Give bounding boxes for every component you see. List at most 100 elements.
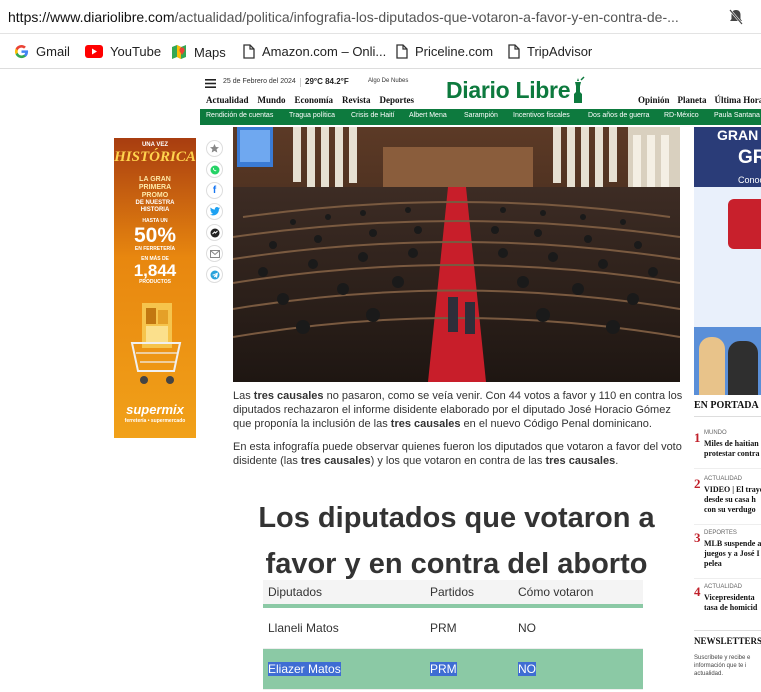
topic-link[interactable]: Dos años de guerra bbox=[588, 112, 649, 119]
menu-icon[interactable] bbox=[205, 79, 216, 88]
portada-item[interactable]: 1 MUNDO Miles de haitian protestar contr… bbox=[694, 430, 761, 468]
header-date: 25 de Febrero del 2024 bbox=[223, 78, 296, 85]
section-title: EN PORTADA bbox=[694, 400, 759, 411]
portada-item[interactable]: 4 ACTUALIDAD Vicepresidenta tasa de homi… bbox=[694, 584, 761, 622]
rank-number: 3 bbox=[694, 530, 701, 545]
nav-economia[interactable]: Economía bbox=[295, 95, 334, 105]
ad-text: UNA VEZ bbox=[141, 142, 169, 148]
advertisement-right[interactable]: GRAN C GR Conoc bbox=[694, 127, 761, 395]
newsletter-section: NEWSLETTERS Suscríbete y recibe e inform… bbox=[694, 630, 761, 678]
advertisement-left[interactable]: UNA VEZ HISTÓRICA LA GRAN PRIMERA PROMO … bbox=[114, 138, 196, 438]
bookmark-label: Maps bbox=[194, 44, 226, 60]
topic-link[interactable]: Crisis de Haití bbox=[351, 112, 395, 119]
bookmark-label: YouTube bbox=[110, 44, 162, 59]
newsletter-text: información que te i bbox=[694, 663, 747, 669]
bookmark-maps[interactable]: Maps bbox=[171, 44, 226, 60]
topic-link[interactable]: Incentivos fiscales bbox=[513, 112, 570, 119]
item-category: MUNDO bbox=[704, 430, 727, 436]
ad-text: PRIMERA bbox=[138, 184, 172, 191]
table-header: Diputados Partidos Cómo votaron bbox=[263, 580, 643, 608]
browser-address-bar[interactable]: https://www.diariolibre.com/actualidad/p… bbox=[0, 0, 761, 34]
nav-opinion[interactable]: Opinión bbox=[638, 95, 670, 105]
topic-link[interactable]: RD-México bbox=[664, 112, 699, 119]
notifications-off-icon[interactable] bbox=[728, 8, 744, 26]
bookmark-tripadvisor[interactable]: TripAdvisor bbox=[508, 44, 592, 59]
cell-vote: NO bbox=[518, 621, 536, 635]
topic-link[interactable]: Sarampión bbox=[464, 112, 498, 119]
item-headline: desde su casa h bbox=[704, 495, 756, 504]
site-header: 25 de Febrero del 2024 29°C 84.2°F Algo … bbox=[200, 70, 761, 110]
ad-text: LA GRAN bbox=[139, 176, 171, 183]
ad-text: GRAN C bbox=[717, 127, 761, 143]
ad-text: DE NUESTRA bbox=[135, 200, 175, 206]
nav-deportes[interactable]: Deportes bbox=[380, 95, 415, 105]
bookmark-label: Amazon.com – Onli... bbox=[262, 44, 387, 59]
maps-icon bbox=[172, 45, 186, 59]
bookmark-label: TripAdvisor bbox=[527, 44, 593, 59]
section-title: NEWSLETTERS bbox=[694, 636, 761, 646]
twitter-icon[interactable] bbox=[206, 203, 223, 220]
bookmark-gmail[interactable]: Gmail bbox=[14, 44, 70, 59]
messenger-icon[interactable] bbox=[206, 224, 223, 241]
star-icon[interactable] bbox=[206, 140, 223, 157]
ad-text: ferretería • supermercado bbox=[124, 418, 186, 424]
ad-text: Conoc bbox=[738, 175, 761, 185]
ad-text: EN FERRETERÍA bbox=[134, 246, 176, 252]
nav-revista[interactable]: Revista bbox=[342, 95, 371, 105]
bookmark-youtube[interactable]: YouTube bbox=[85, 44, 161, 59]
main-nav: Actualidad Mundo Economía Revista Deport… bbox=[206, 95, 414, 105]
newsletter-text: Suscríbete y recibe e bbox=[694, 655, 751, 661]
weather-temp: 29°C 84.2°F bbox=[305, 77, 349, 86]
nav-actualidad[interactable]: Actualidad bbox=[206, 95, 249, 105]
item-category: ACTUALIDAD bbox=[704, 584, 743, 590]
site-logo[interactable]: Diario Libre bbox=[446, 76, 585, 104]
article-paragraph: Las tres causales no pasaron, como se ve… bbox=[233, 390, 683, 430]
ad-text: HISTORIA bbox=[140, 207, 170, 213]
ad-text: PROMO bbox=[141, 192, 169, 199]
statue-of-liberty-logo-icon bbox=[574, 76, 585, 103]
chamber-photo bbox=[233, 127, 680, 382]
cell-vote-selected: NO bbox=[518, 662, 536, 676]
topic-link[interactable]: Tragua política bbox=[289, 112, 335, 119]
ad-percent: 50% bbox=[133, 224, 177, 247]
topics-bar: Rendición de cuentas Tragua política Cri… bbox=[200, 109, 761, 125]
url-text[interactable]: https://www.diariolibre.com/actualidad/p… bbox=[8, 9, 679, 25]
en-portada-section: EN PORTADA 1 MUNDO Miles de haitian prot… bbox=[694, 400, 761, 612]
cell-party: PRM bbox=[430, 621, 457, 635]
email-icon[interactable] bbox=[206, 245, 223, 262]
topic-link[interactable]: Paula Santana bbox=[714, 112, 760, 119]
ad-store-logo: supermix bbox=[126, 402, 184, 417]
cell-name: Llaneli Matos bbox=[268, 621, 339, 635]
divider bbox=[300, 78, 301, 87]
chamber-of-deputies-image bbox=[233, 127, 680, 382]
table-row: Llaneli Matos PRM NO bbox=[263, 608, 643, 649]
bookmark-amazon[interactable]: Amazon.com – Onli... bbox=[243, 44, 386, 59]
item-headline: VIDEO | El trayec bbox=[704, 485, 761, 494]
item-headline: pelea bbox=[704, 559, 722, 568]
share-rail: f bbox=[206, 140, 226, 287]
newsletter-text: actualidad. bbox=[694, 671, 724, 677]
google-icon bbox=[14, 44, 29, 59]
item-headline: juegos y a José I bbox=[704, 549, 760, 558]
topic-link[interactable]: Rendición de cuentas bbox=[206, 112, 273, 119]
article-paragraph: En esta infografía puede observar quiene… bbox=[233, 441, 682, 467]
topic-link[interactable]: Albert Mena bbox=[409, 112, 447, 119]
table-row: Eliazer Matos PRM NO bbox=[263, 649, 643, 690]
item-category: DEPORTES bbox=[704, 530, 737, 536]
ad-text: GR bbox=[738, 147, 761, 168]
bookmark-label: Gmail bbox=[36, 44, 70, 59]
item-headline: con su verdugo bbox=[704, 505, 756, 514]
portada-item[interactable]: 3 DEPORTES MLB suspende a juegos y a Jos… bbox=[694, 530, 761, 575]
facebook-icon[interactable]: f bbox=[206, 182, 223, 199]
nav-ultima-hora[interactable]: Última Hora bbox=[715, 95, 761, 105]
telegram-icon[interactable] bbox=[206, 266, 223, 283]
portada-item[interactable]: 2 ACTUALIDAD VIDEO | El trayec desde su … bbox=[694, 476, 761, 521]
bookmark-priceline[interactable]: Priceline.com bbox=[396, 44, 493, 59]
ad-brand: HISTÓRICA bbox=[114, 149, 196, 165]
whatsapp-icon[interactable] bbox=[206, 161, 223, 178]
nav-planeta[interactable]: Planeta bbox=[678, 95, 707, 105]
nav-mundo[interactable]: Mundo bbox=[258, 95, 286, 105]
bookmarks-bar: Gmail YouTube Maps Amazon.com – Onli... … bbox=[0, 35, 761, 69]
shopping-cart-image bbox=[130, 303, 182, 384]
rank-number: 1 bbox=[694, 430, 701, 445]
